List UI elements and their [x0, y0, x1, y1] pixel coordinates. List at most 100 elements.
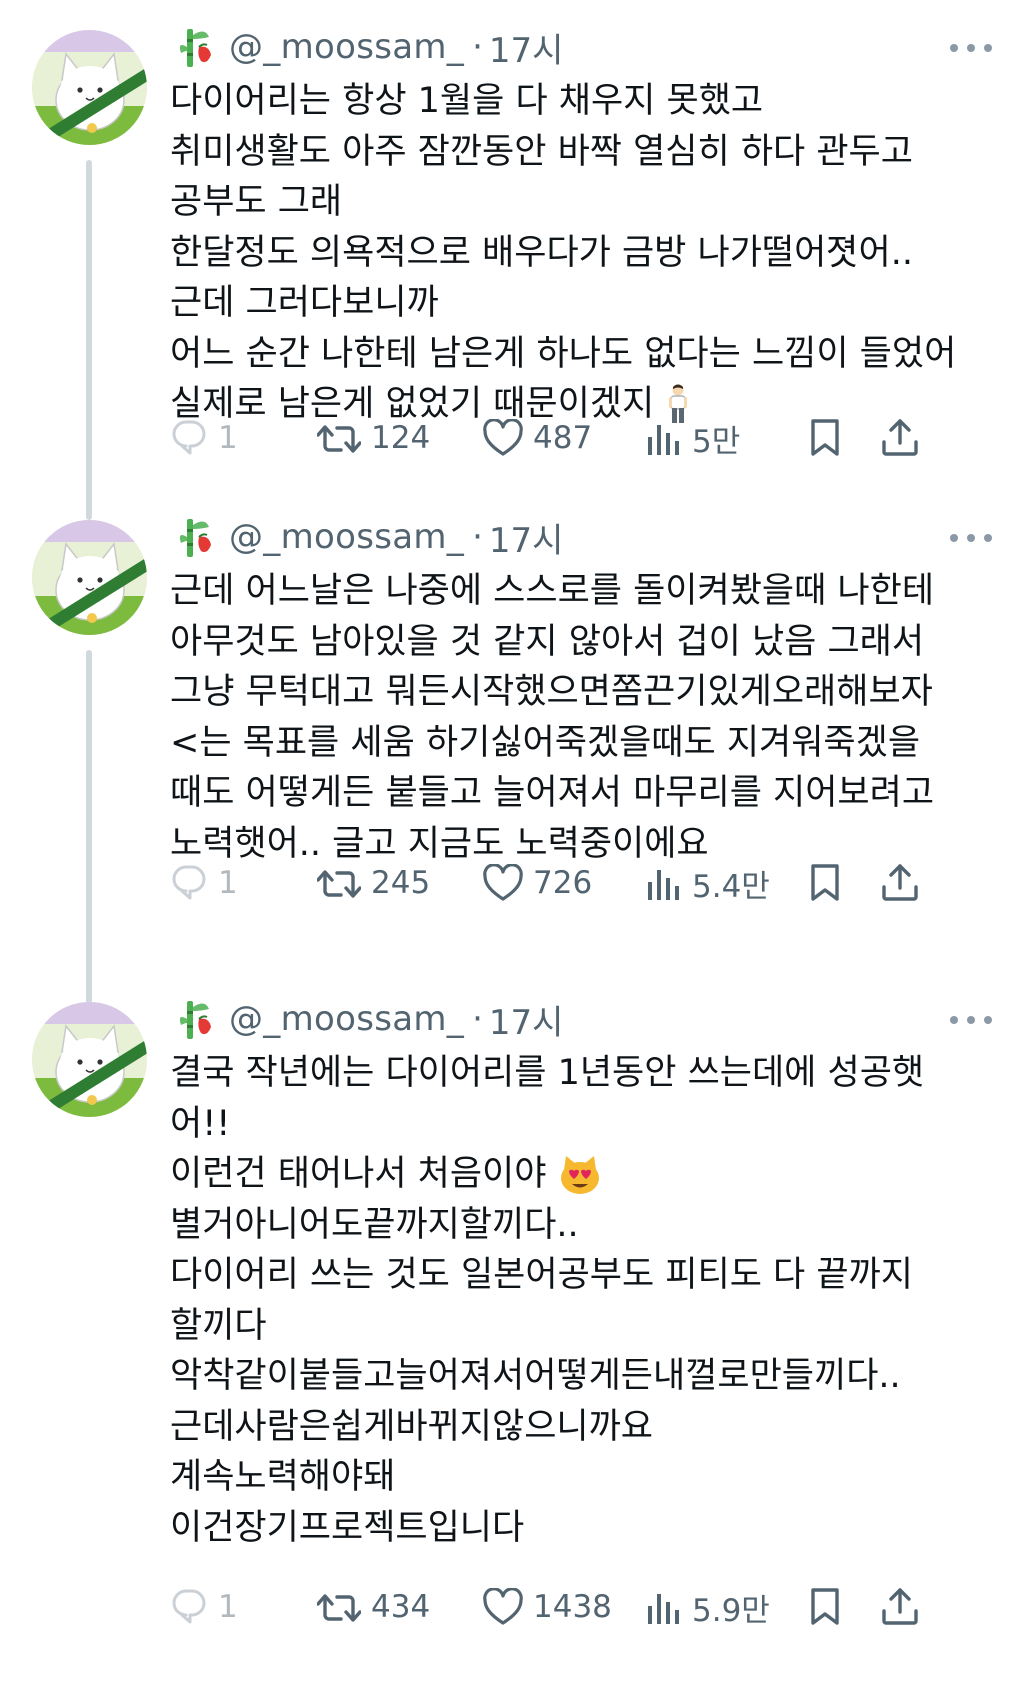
share-button[interactable] — [881, 413, 919, 463]
action-bar: 1 124 487 5만 — [170, 413, 1000, 463]
post-line: 할끼다 — [170, 1305, 267, 1346]
avatar[interactable] — [32, 1002, 147, 1117]
more-options-icon[interactable] — [950, 28, 992, 68]
bookmark-button[interactable] — [808, 1582, 842, 1632]
repost-count: 245 — [371, 865, 431, 901]
post-line: 어!! — [170, 1103, 231, 1144]
post-text: 근데 어느날은 나중에 스스로를 돌이켜봤을때 나한테 아무것도 남아있을 것 … — [170, 566, 990, 869]
post-text: 결국 작년에는 다이어리를 1년동안 쓰는데에 성공햇 어!! 이런건 태어나서… — [170, 1048, 990, 1553]
like-count: 1438 — [533, 1589, 612, 1625]
share-icon — [882, 419, 918, 456]
repost-icon — [317, 870, 361, 898]
post-line: 다이어리 쓰는 것도 일본어공부도 피티도 다 끝까지 — [170, 1255, 913, 1295]
like-button[interactable]: 487 — [483, 413, 592, 463]
bookmark-icon — [811, 864, 839, 901]
user-handle[interactable]: @_moossam_ — [229, 27, 464, 67]
user-handle[interactable]: @_moossam_ — [229, 517, 464, 557]
post-line: 그냥 무턱대고 뭐든시작했으면쫌끈기있게오래해보자 — [170, 672, 933, 712]
views-icon — [648, 1594, 679, 1624]
separator-dot: · — [472, 27, 483, 67]
post-line: 계속노력해야돼 — [170, 1457, 396, 1497]
views-button[interactable]: 5.4만 — [646, 858, 770, 908]
like-button[interactable]: 1438 — [483, 1582, 612, 1632]
reply-count: 1 — [218, 865, 238, 901]
repost-button[interactable]: 245 — [317, 858, 430, 908]
repost-count: 434 — [371, 1589, 431, 1625]
post-line: 취미생활도 아주 잠깐동안 바짝 열심히 하다 관두고 — [170, 131, 913, 172]
heart-icon — [483, 419, 523, 456]
views-icon — [648, 870, 679, 900]
action-bar: 1 434 1438 5.9만 — [170, 1582, 1000, 1632]
post-line: 어느 순간 나한테 남은게 하나도 없다는 느낌이 들었어 — [170, 333, 957, 374]
views-count: 5만 — [692, 423, 741, 460]
post-line: 때도 어떻게든 붙들고 늘어져서 마무리를 지어보려고 — [170, 773, 935, 813]
avatar[interactable] — [32, 30, 147, 145]
reply-button[interactable]: 1 — [170, 413, 238, 463]
repost-count: 124 — [371, 420, 431, 456]
post-line: 근데 어느날은 나중에 스스로를 돌이켜봤을때 나한테 — [170, 571, 935, 611]
post-line: 공부도 그래 — [170, 182, 343, 222]
share-icon — [882, 864, 918, 901]
reply-icon — [172, 865, 206, 900]
reply-count: 1 — [218, 1589, 238, 1625]
post-header: @_moossam_ · 17시 — [175, 994, 563, 1044]
avatar[interactable] — [32, 520, 147, 635]
post-line: 근데사람은쉽게바뀌지않으니까요 — [170, 1406, 654, 1447]
post-line: 근데 그러다보니까 — [170, 283, 439, 323]
bookmark-icon — [811, 1588, 839, 1625]
like-button[interactable]: 726 — [483, 858, 592, 908]
reply-icon — [172, 1589, 206, 1624]
post-line-with-emoji: 이런건 태어나서 처음이야 — [170, 1149, 990, 1200]
post-time[interactable]: 17시 — [489, 23, 564, 72]
heart-eyes-cat-emoji — [560, 1156, 599, 1194]
post-line: 이건장기프로젝트입니다 — [170, 1507, 525, 1548]
like-count: 487 — [533, 420, 593, 456]
reply-icon — [172, 420, 206, 455]
repost-icon — [317, 1594, 361, 1622]
views-button[interactable]: 5.9만 — [646, 1582, 770, 1632]
heart-icon — [483, 1588, 523, 1625]
cat-avatar-image — [32, 30, 147, 145]
separator-dot: · — [472, 517, 483, 557]
thread-connector-line — [86, 160, 92, 520]
reply-button[interactable]: 1 — [170, 858, 238, 908]
repost-button[interactable]: 434 — [317, 1582, 430, 1632]
share-button[interactable] — [881, 1582, 919, 1632]
post-header: @_moossam_ · 17시 — [175, 22, 563, 72]
cat-avatar-image — [32, 1002, 147, 1117]
like-count: 726 — [533, 865, 593, 901]
action-bar: 1 245 726 5.4만 — [170, 858, 1000, 908]
more-options-icon[interactable] — [950, 518, 992, 558]
heart-icon — [483, 864, 523, 901]
user-handle[interactable]: @_moossam_ — [229, 999, 464, 1039]
separator-dot: · — [472, 999, 483, 1039]
post-text: 다이어리는 항상 1월을 다 채우지 못했고 취미생활도 아주 잠깐동안 바짝 … — [170, 76, 990, 430]
post-line: 악착같이붙들고늘어져서어떻게든내껄로만들끼다.. — [170, 1356, 901, 1396]
plant-badge-icon — [178, 28, 212, 68]
post-time[interactable]: 17시 — [489, 513, 564, 562]
post-line: 다이어리는 항상 1월을 다 채우지 못했고 — [170, 81, 764, 121]
post-line: 이런건 태어나서 처음이야 — [170, 1154, 547, 1194]
share-icon — [882, 1588, 918, 1625]
post-line: 아무것도 남아있을 것 같지 않아서 겁이 났음 그래서 — [170, 621, 925, 662]
views-count: 5.4만 — [692, 868, 770, 905]
reply-button[interactable]: 1 — [170, 1582, 238, 1632]
more-options-icon[interactable] — [950, 1000, 992, 1040]
post-header: @_moossam_ · 17시 — [175, 512, 563, 562]
post-line: <는 목표를 세움 하기싫어죽겠을때도 지겨워죽겠을 — [170, 722, 921, 763]
thread-connector-line — [86, 650, 92, 1008]
post-line: 결국 작년에는 다이어리를 1년동안 쓰는데에 성공햇 — [170, 1053, 925, 1093]
share-button[interactable] — [881, 858, 919, 908]
post-line: 한달정도 의욕적으로 배우다가 금방 나가떨어졋어.. — [170, 232, 913, 273]
views-count: 5.9만 — [692, 1592, 770, 1629]
reply-count: 1 — [218, 420, 238, 456]
bookmark-icon — [811, 419, 839, 456]
views-button[interactable]: 5만 — [646, 413, 740, 463]
bookmark-button[interactable] — [808, 413, 842, 463]
post-time[interactable]: 17시 — [489, 995, 564, 1044]
plant-badge-icon — [178, 518, 212, 558]
repost-button[interactable]: 124 — [317, 413, 430, 463]
bookmark-button[interactable] — [808, 858, 842, 908]
cat-avatar-image — [32, 520, 147, 635]
views-icon — [648, 425, 679, 455]
